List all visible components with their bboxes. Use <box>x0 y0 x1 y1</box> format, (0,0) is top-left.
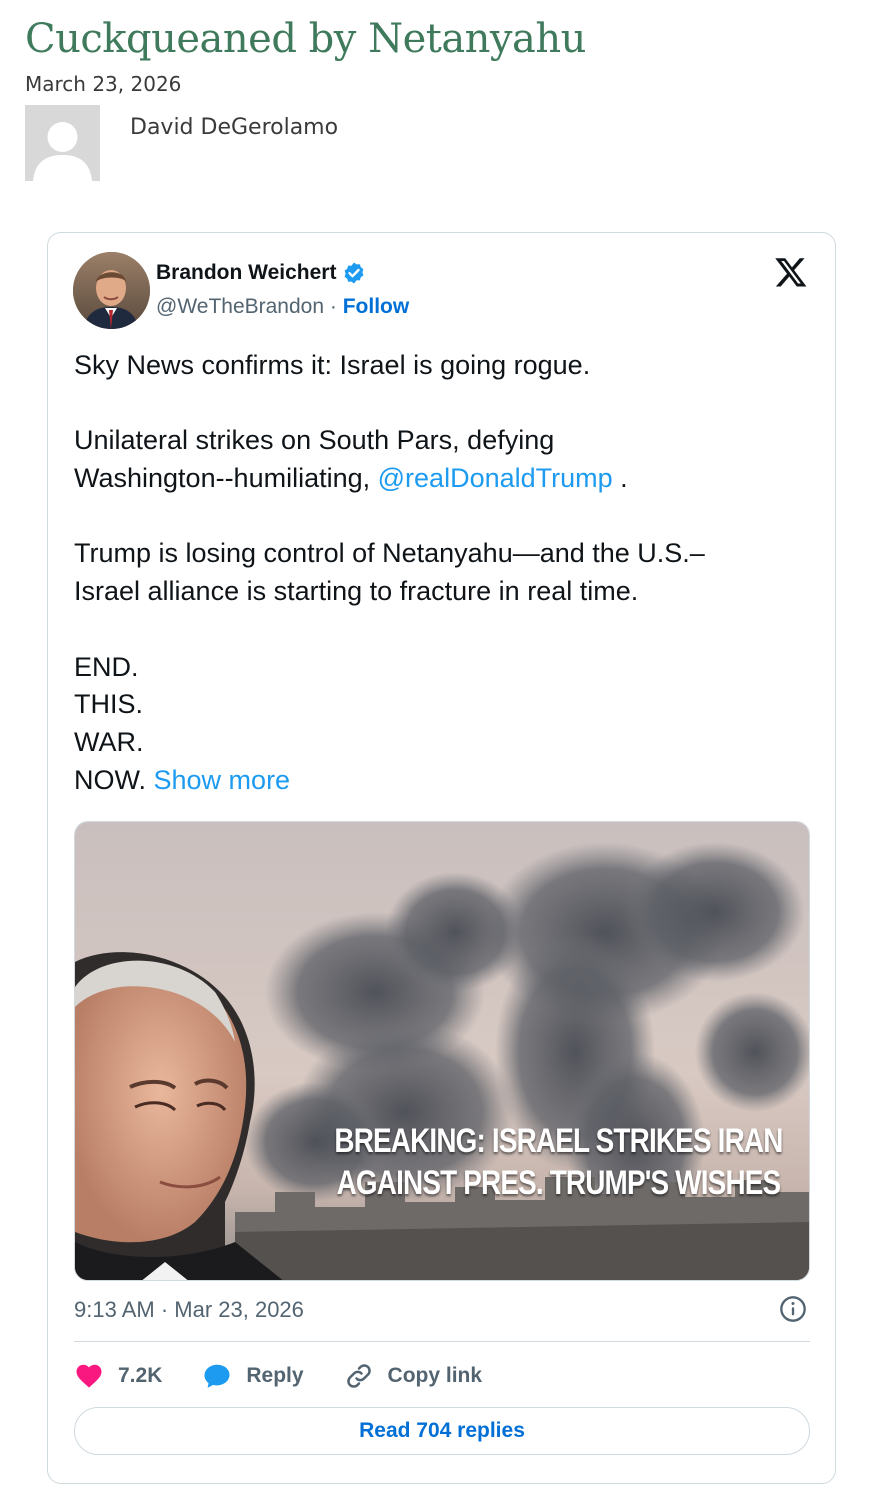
tweet-line: NOW. Show more <box>74 762 814 800</box>
reply-bubble-icon <box>204 1364 230 1388</box>
tweet-text: Sky News confirms it: Israel is going ro… <box>74 347 814 799</box>
tweet-line: Trump is losing control of Netanyahu—and… <box>74 538 705 569</box>
author-name[interactable]: David DeGerolamo <box>130 115 338 140</box>
tweet-actions: 7.2K Reply Copy link <box>74 1359 522 1393</box>
tweet-line: WAR. <box>74 726 144 757</box>
tweet-line-text: NOW. <box>74 764 146 795</box>
link-icon <box>346 1364 371 1388</box>
tweet-author-name[interactable]: Brandon Weichert <box>156 261 366 285</box>
avatar-placeholder-icon <box>25 105 100 181</box>
tweet-line: Israel alliance is starting to fracture … <box>74 576 639 607</box>
tweet-line: THIS. <box>74 689 144 720</box>
tweet-line: Unilateral strikes on South Pars, defyin… <box>74 425 555 456</box>
post-title[interactable]: Cuckqueaned by Netanyahu <box>25 16 586 62</box>
tweet-line-end: . <box>612 463 628 494</box>
like-button[interactable]: 7.2K <box>74 1361 162 1391</box>
media-caption-line: BREAKING: ISRAEL STRIKES IRAN <box>334 1122 784 1160</box>
author-avatar <box>25 105 100 181</box>
info-icon[interactable] <box>779 1295 807 1323</box>
tweet-timestamp[interactable]: 9:13 AM · Mar 23, 2026 <box>74 1297 304 1323</box>
tweet-line: END. <box>74 651 139 682</box>
media-caption: BREAKING: ISRAEL STRIKES IRAN AGAINST PR… <box>334 1120 784 1204</box>
copy-link-button[interactable]: Copy link <box>344 1361 483 1391</box>
copy-link-label: Copy link <box>387 1364 483 1387</box>
like-count: 7.2K <box>118 1364 163 1387</box>
embedded-tweet: Brandon Weichert @WeTheBrandon · Follow … <box>47 232 836 1484</box>
tweet-author-avatar[interactable] <box>73 252 150 329</box>
tweet-paragraph: Unilateral strikes on South Pars, defyin… <box>74 422 814 497</box>
tweet-handle-row: @WeTheBrandon · Follow <box>156 295 409 319</box>
tweet-handle[interactable]: @WeTheBrandon <box>156 295 324 318</box>
media-caption-line: AGAINST PRES. TRUMP'S WISHES <box>337 1164 782 1202</box>
divider <box>74 1341 810 1342</box>
heart-icon <box>76 1364 102 1388</box>
mention-link[interactable]: @realDonaldTrump <box>378 463 613 493</box>
read-replies-button[interactable]: Read 704 replies <box>74 1407 810 1455</box>
reply-label: Reply <box>246 1364 304 1387</box>
tweet-paragraph: Sky News confirms it: Israel is going ro… <box>74 347 814 385</box>
tweet-author-name-text[interactable]: Brandon Weichert <box>156 261 336 285</box>
handle-separator: · <box>324 295 343 318</box>
tweet-line: Sky News confirms it: Israel is going ro… <box>74 350 591 380</box>
x-logo-icon[interactable] <box>773 255 809 289</box>
tweet-line: Washington--humiliating, @realDonaldTrum… <box>74 460 814 498</box>
reply-button[interactable]: Reply <box>202 1361 304 1391</box>
tweet-media-image[interactable]: BREAKING: ISRAEL STRIKES IRAN AGAINST PR… <box>74 821 810 1281</box>
tweet-paragraph: Trump is losing control of Netanyahu—and… <box>74 535 814 610</box>
follow-button[interactable]: Follow <box>343 295 410 318</box>
show-more-link[interactable]: Show more <box>154 765 291 795</box>
post-date: March 23, 2026 <box>25 72 182 96</box>
tweet-paragraph: END. THIS. WAR. NOW. Show more <box>74 649 814 800</box>
tweet-line-text: Washington--humiliating, <box>74 463 378 494</box>
verified-badge-icon <box>345 262 364 284</box>
